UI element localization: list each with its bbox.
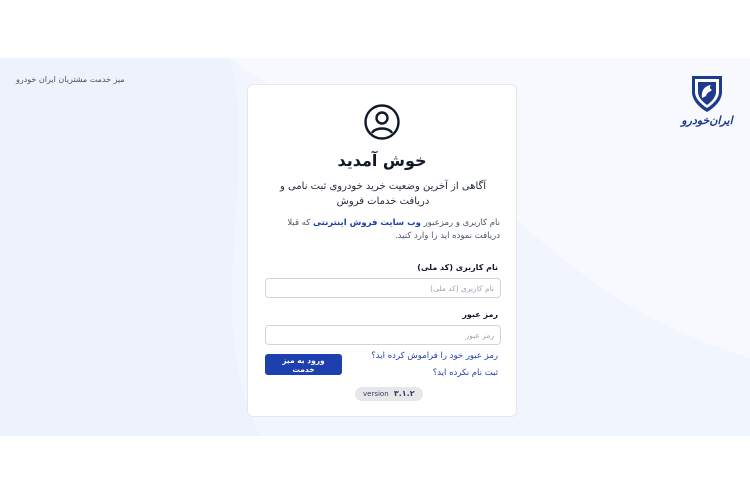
brand-logo-text: ایران‌خودرو [681, 114, 733, 127]
welcome-heading: خوش آمدید [337, 151, 427, 170]
page-header-title: میز خدمت مشتریان ایران خودرو [16, 75, 125, 84]
username-label: نام کاربری (کد ملی) [417, 263, 498, 272]
password-input[interactable] [265, 325, 501, 345]
brand-logo[interactable]: ایران‌خودرو [678, 74, 736, 130]
user-circle-icon [364, 104, 400, 140]
forgot-password-link[interactable]: رمز عبور خود را فراموش کرده اید؟ [371, 351, 498, 361]
login-instructions: نام کاربری و رمزعبور وب سایت فروش اینترن… [270, 217, 500, 243]
password-label: رمز عبور [462, 310, 498, 319]
version-number: ۳.۱.۲ [393, 389, 415, 398]
horse-shield-logo-icon [692, 76, 722, 112]
version-badge: version ۳.۱.۲ [355, 387, 423, 401]
internet-sales-link[interactable]: وب سایت فروش اینترنتی [313, 218, 421, 228]
login-button[interactable]: ورود به میز خدمت [265, 354, 342, 375]
instructions-text-start: نام کاربری و رمزعبور [420, 218, 500, 228]
username-input[interactable] [265, 278, 501, 298]
welcome-subtitle: آگاهی از آخرین وضعیت خرید خودروی ثبت نام… [279, 181, 487, 207]
version-label: version [363, 390, 389, 398]
register-link[interactable]: ثبت نام نکرده اید؟ [433, 368, 498, 378]
login-card: خوش آمدید آگاهی از آخرین وضعیت خرید خودر… [247, 84, 517, 417]
